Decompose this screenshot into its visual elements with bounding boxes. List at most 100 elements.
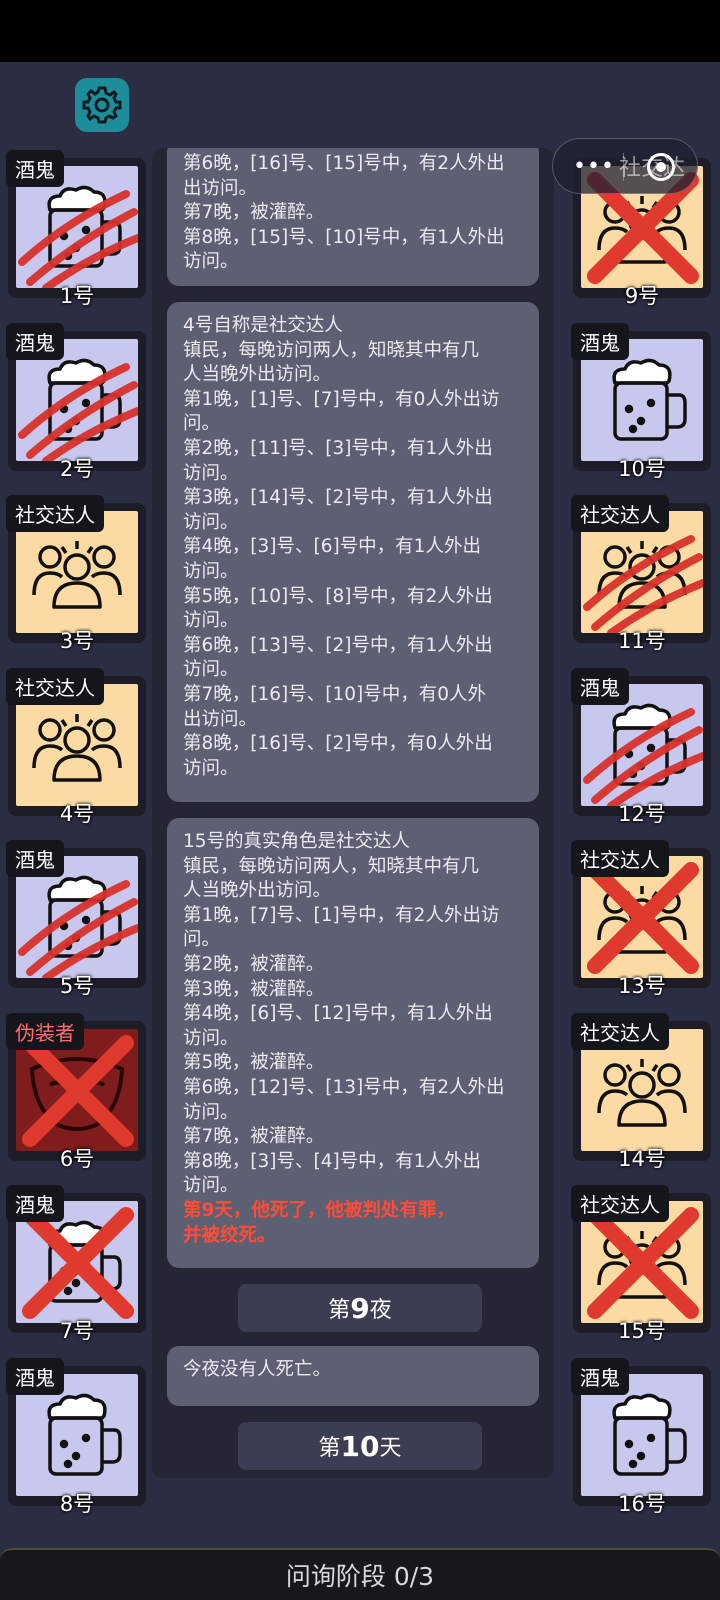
log-line: 第2晚，被灌醉。 [183,953,325,975]
log-message: 15号的真实角色是社交达人镇民，每晚访问两人，知晓其中有几 人当晚外出访问。 第1晚… [167,818,539,1268]
log-message: 今夜没有人死亡。 [167,1346,539,1406]
log-line: 第6晚，[13]号、[2]号中，有1人外出 [183,634,493,656]
log-line: 出访问。 [183,708,258,730]
role-tag: 社交达人 [571,1185,669,1222]
player-number: 11号 [618,629,666,653]
role-tag: 酒鬼 [571,667,629,705]
role-tag: 酒鬼 [6,1357,64,1395]
log-line: 今夜没有人死亡。 [183,1359,332,1380]
more-menu-icon[interactable]: ••• [573,154,615,179]
day-prefix: 第 [318,1436,341,1461]
night-prefix: 第 [328,1298,351,1323]
night-suffix: 夜 [369,1298,392,1323]
role-tag: 酒鬼 [6,840,64,877]
log-line: 15号的真实角色是社交达人 [183,831,411,852]
gear-icon [82,86,122,124]
log-line: 第1晚，[7]号、[1]号中，有2人外出访 [183,904,500,926]
player-card-6[interactable]: 伪装者 6号 [6,1012,146,1171]
night-number: 9 [350,1291,370,1325]
log-line: 第8晚，[16]号、[2]号中，有0人外出 [183,733,493,755]
status-bar [0,0,720,62]
player-number: 8号 [59,1491,95,1516]
role-tag: 社交达人 [6,495,104,532]
role-tag: 社交达人 [6,667,104,705]
player-card-2[interactable]: 酒鬼 2号 [6,322,146,481]
role-tag: 酒鬼 [6,150,64,187]
log-line: 第5晚，被灌醉。 [183,1052,325,1074]
player-number: 3号 [59,629,95,653]
game-log-panel[interactable]: 第6晚，[16]号、[15]号中，有2人外出 出访问。 第7晚，被灌醉。 第8晚，[1… [152,148,554,1478]
log-line: 第8晚，[15]号、[10]号中，有1人外出 [183,226,505,248]
miniprogram-capsule: ••• 社交达 [552,138,698,194]
capsule-divider [623,153,624,181]
log-line: 第7晚，被灌醉。 [183,202,325,224]
role-tag: 酒鬼 [6,1185,64,1222]
player-card-11[interactable]: 社交达人 11号 [571,495,711,653]
player-card-3[interactable]: 社交达人 3号 [6,495,146,653]
log-line: 第4晚，[6]号、[12]号中，有1人外出 [183,1003,493,1025]
phase-bar[interactable]: 问询阶段 0/3 [0,1548,720,1600]
player-card-1[interactable]: 酒鬼 1号 [6,150,146,308]
player-number: 2号 [59,456,95,481]
death-notice: 第9天，他死了，他被判处有罪， [183,1199,455,1221]
player-number: 9号 [624,284,660,308]
role-tag: 酒鬼 [6,322,64,360]
death-notice: 并被绞死。 [183,1224,276,1246]
day-number: 10 [340,1429,380,1463]
player-number: 13号 [618,974,666,998]
log-line: 4号自称是社交达人 [183,315,343,336]
log-line: 问。 [183,413,221,435]
role-tag: 伪装者 [6,1012,84,1050]
log-line: 访问。 [183,511,239,533]
log-line: 第7晚，[16]号、[10]号中，有0人外 [183,683,486,705]
log-line: 镇民，每晚访问两人，知晓其中有几 [183,855,480,877]
log-line: 问。 [183,929,221,951]
player-number: 16号 [618,1491,666,1516]
settings-button[interactable] [75,78,129,132]
player-card-5[interactable]: 酒鬼 5号 [6,840,146,998]
player-number: 5号 [59,974,95,998]
log-line: 第1晚，[1]号、[7]号中，有0人外出访 [183,388,500,410]
night-9-header: 第9夜 [238,1284,482,1332]
player-card-4[interactable]: 社交达人 4号 [6,667,146,826]
player-card-10[interactable]: 酒鬼 10号 [571,322,711,481]
player-card-16[interactable]: 酒鬼 16号 [571,1357,711,1516]
role-tag: 酒鬼 [571,322,629,360]
log-line: 第7晚，被灌醉。 [183,1126,325,1148]
log-line: 访问。 [183,659,239,681]
day-suffix: 天 [379,1436,402,1461]
player-number: 12号 [618,801,666,826]
role-tag: 社交达人 [571,840,669,877]
player-card-14[interactable]: 社交达人 14号 [571,1012,711,1171]
player-number: 14号 [618,1146,666,1171]
log-line: 人当晚外出访问。 [183,880,332,902]
player-number: 4号 [59,801,95,826]
log-line: 第3晚，[14]号、[2]号中，有1人外出 [183,487,493,509]
day-10-header: 第 10 天 [238,1422,482,1470]
player-number: 6号 [59,1146,95,1171]
log-line: 访问。 [183,610,239,632]
log-line: 访问。 [183,560,239,582]
player-card-13[interactable]: 社交达人 13号 [571,840,711,998]
phase-label: 问询阶段 0/3 [285,1562,435,1591]
player-card-8[interactable]: 酒鬼 8号 [6,1357,146,1516]
log-line: 访问。 [183,1175,239,1197]
player-card-7[interactable]: 酒鬼 7号 [6,1185,146,1343]
player-number: 7号 [59,1319,95,1343]
log-line: 第8晚，[3]号、[4]号中，有1人外出 [183,1150,481,1172]
log-line: 出访问。 [183,177,258,199]
log-line: 第5晚，[10]号、[8]号中，有2人外出 [183,585,493,607]
log-line: 访问。 [183,462,239,484]
log-line: 第6晚，[16]号、[15]号中，有2人外出 [183,153,505,174]
log-line: 镇民，每晚访问两人，知晓其中有几 [183,339,480,361]
close-miniprogram-icon[interactable] [647,153,675,181]
log-line: 人当晚外出访问。 [183,364,332,386]
player-number: 15号 [618,1319,666,1343]
player-card-12[interactable]: 酒鬼 12号 [571,667,711,826]
log-line: 第2晚，[11]号、[3]号中，有1人外出 [183,437,493,459]
log-line: 访问。 [183,1027,239,1049]
log-message: 第6晚，[16]号、[15]号中，有2人外出 出访问。第7晚，被灌醉。 第8晚，[1… [167,148,539,286]
player-number: 1号 [59,284,95,308]
role-tag: 社交达人 [571,1012,669,1050]
player-card-15[interactable]: 社交达人 15号 [571,1185,711,1343]
